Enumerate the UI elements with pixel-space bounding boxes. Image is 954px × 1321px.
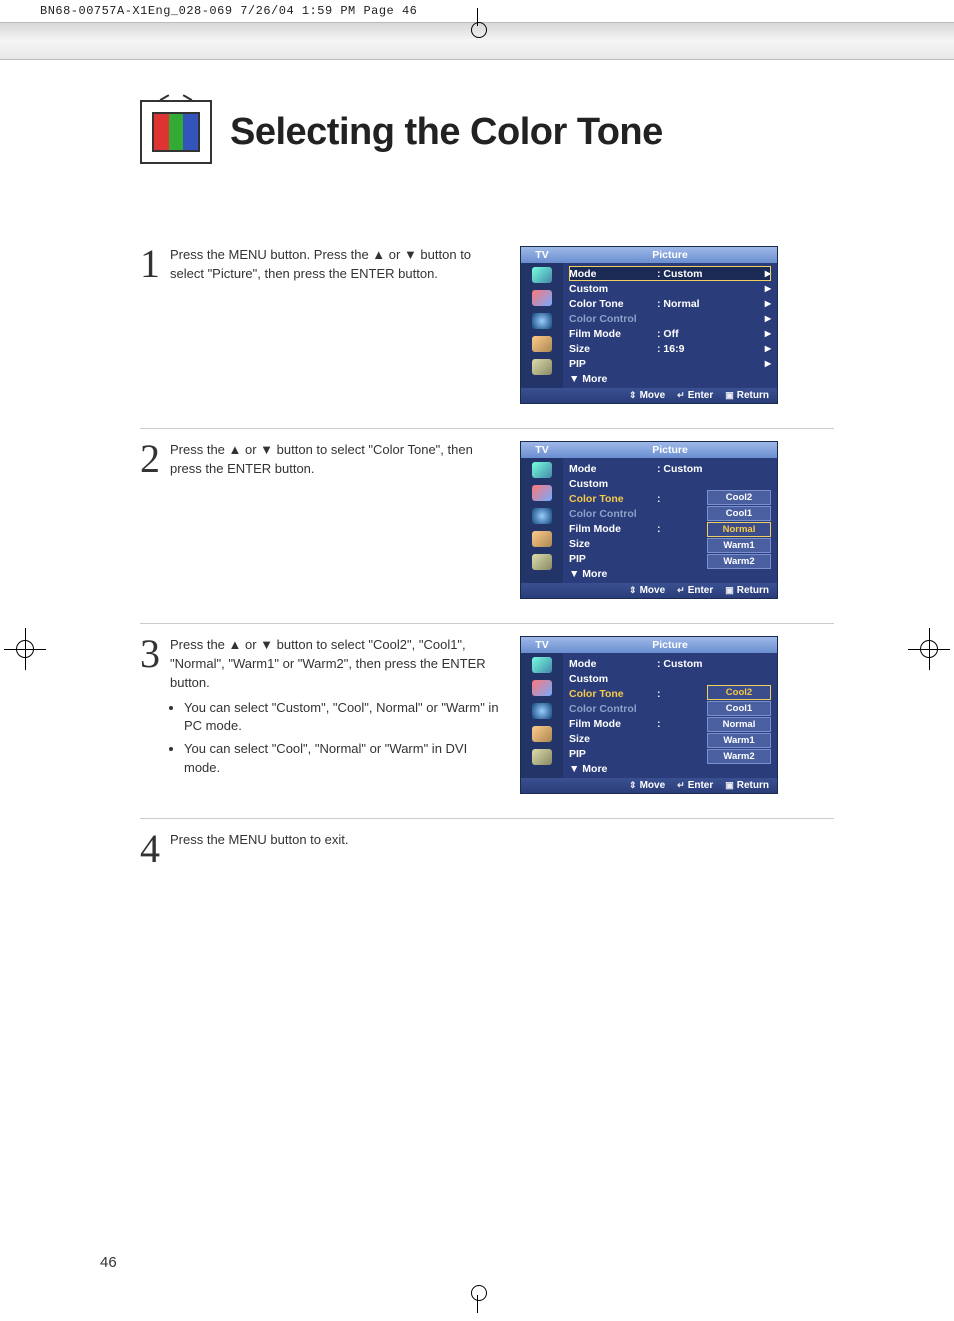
osd-sidebar [521, 263, 563, 388]
step-4: 4 Press the MENU button to exit. [140, 819, 834, 891]
enter-icon: ↵ [677, 780, 685, 791]
osd-row-pip: PIP▶ [569, 356, 771, 371]
osd-sidebar [521, 458, 563, 583]
sidebar-icon [532, 313, 552, 329]
option-cool1: Cool1 [707, 701, 771, 716]
sidebar-icon [532, 554, 552, 570]
crop-mark-right [914, 634, 944, 664]
sidebar-icon [532, 290, 552, 306]
osd-tv-label: TV [521, 444, 563, 456]
sidebar-icon [532, 336, 552, 352]
osd-sidebar [521, 653, 563, 778]
updown-icon: ⇕ [629, 585, 637, 596]
tv-color-icon [140, 100, 212, 164]
osd-row-custom: Custom▶ [569, 281, 771, 296]
osd-screenshot-3: TV Picture Mode: Custom Custom Color Ton… [520, 636, 778, 794]
step-number: 4 [140, 831, 164, 867]
page-title: Selecting the Color Tone [230, 111, 663, 154]
sidebar-icon [532, 531, 552, 547]
sidebar-icon [532, 703, 552, 719]
step-text: Press the ▲ or ▼ button to select "Color… [170, 441, 500, 479]
updown-icon: ⇕ [629, 780, 637, 791]
osd-footer: ⇕Move ↵Enter ▣Return [521, 388, 777, 403]
enter-icon: ↵ [677, 390, 685, 401]
return-icon: ▣ [725, 780, 734, 791]
osd-row-custom: Custom [569, 671, 771, 686]
step-number: 3 [140, 636, 164, 672]
sidebar-icon [532, 462, 552, 478]
option-cool1: Cool1 [707, 506, 771, 521]
osd-row-size: Size: 16:9▶ [569, 341, 771, 356]
step-number: 1 [140, 246, 164, 282]
osd-screenshot-2: TV Picture Mode: Custom Custom Color Ton… [520, 441, 778, 599]
sidebar-icon [532, 359, 552, 375]
sidebar-icon [532, 267, 552, 283]
option-warm1: Warm1 [707, 538, 771, 553]
osd-title: Picture [563, 639, 777, 651]
osd-footer: ⇕Move ↵Enter ▣Return [521, 778, 777, 793]
osd-row-filmmode: Film Mode: Off▶ [569, 326, 771, 341]
bullet: You can select "Custom", "Cool", Normal"… [184, 699, 500, 737]
step-text: Press the ▲ or ▼ button to select "Cool2… [170, 636, 500, 782]
option-cool2: Cool2 [707, 490, 771, 505]
osd-row-mode: Mode: Custom [569, 656, 771, 671]
sidebar-icon [532, 485, 552, 501]
osd-footer: ⇕Move ↵Enter ▣Return [521, 583, 777, 598]
sidebar-icon [532, 726, 552, 742]
osd-title: Picture [563, 249, 777, 261]
crop-mark-left [10, 634, 40, 664]
option-warm2: Warm2 [707, 749, 771, 764]
page-number: 46 [100, 1254, 117, 1271]
osd-row-custom: Custom [569, 476, 771, 491]
option-warm1: Warm1 [707, 733, 771, 748]
sidebar-icon [532, 508, 552, 524]
osd-row-more: ▼ More [569, 371, 771, 386]
option-normal: Normal [707, 717, 771, 732]
osd-row-colorcontrol: Color Control▶ [569, 311, 771, 326]
bullet: You can select "Cool", "Normal" or "Warm… [184, 740, 500, 778]
crop-mark-bottom [477, 1295, 478, 1313]
return-icon: ▣ [725, 585, 734, 596]
enter-icon: ↵ [677, 585, 685, 596]
osd-row-colortone: Color Tone: Normal▶ [569, 296, 771, 311]
osd-tv-label: TV [521, 639, 563, 651]
step-1: 1 Press the MENU button. Press the ▲ or … [140, 234, 834, 429]
step-3: 3 Press the ▲ or ▼ button to select "Coo… [140, 624, 834, 819]
crop-mark-top [477, 8, 478, 26]
step-number: 2 [140, 441, 164, 477]
option-normal: Normal [707, 522, 771, 537]
sidebar-icon [532, 749, 552, 765]
osd-row-mode: Mode: Custom [569, 461, 771, 476]
sidebar-icon [532, 657, 552, 673]
option-cool2: Cool2 [707, 685, 771, 700]
osd-tv-label: TV [521, 249, 563, 261]
step-text: Press the MENU button. Press the ▲ or ▼ … [170, 246, 500, 284]
return-icon: ▣ [725, 390, 734, 401]
updown-icon: ⇕ [629, 390, 637, 401]
sidebar-icon [532, 680, 552, 696]
step-2: 2 Press the ▲ or ▼ button to select "Col… [140, 429, 834, 624]
step-text: Press the MENU button to exit. [170, 831, 348, 850]
osd-screenshot-1: TV Picture Mode: Custom▶ Custom▶ Color T… [520, 246, 778, 404]
osd-title: Picture [563, 444, 777, 456]
option-warm2: Warm2 [707, 554, 771, 569]
osd-row-mode: Mode: Custom▶ [569, 266, 771, 281]
